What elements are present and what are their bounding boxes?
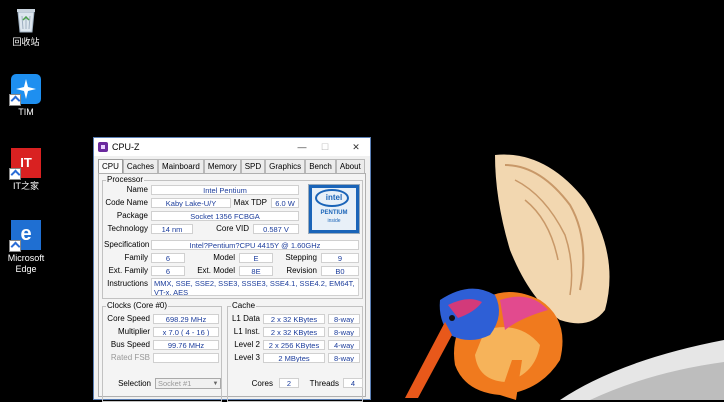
cache-l1d-way: 8-way [328, 314, 360, 324]
minimize-button[interactable]: — [292, 140, 312, 154]
family-value: 6 [151, 253, 185, 263]
ratedfsb-label: Rated FSB [110, 353, 150, 362]
cache-l3-size: 2 MBytes [263, 353, 325, 363]
selection-label: Selection [118, 379, 151, 388]
ratedfsb-value [153, 353, 219, 363]
cores-value: 2 [279, 378, 299, 388]
selection-value: Socket #1 [158, 379, 192, 388]
corevid-label: Core VID [216, 224, 249, 233]
extmodel-label: Ext. Model [197, 266, 235, 275]
intel-brand-text: intel [325, 193, 343, 202]
package-label: Package [116, 211, 148, 220]
busspeed-label: Bus Speed [110, 340, 150, 349]
specification-value: Intel?Pentium?CPU 4415Y @ 1.60GHz [151, 240, 359, 250]
chevron-down-icon: ▼ [212, 381, 219, 387]
multiplier-label: Multiplier [117, 327, 150, 336]
model-label: Model [213, 253, 235, 262]
intel-pentium-logo: intel PENTIUM inside [308, 184, 360, 234]
busspeed-value: 99.76 MHz [153, 340, 219, 350]
cache-l1i-size: 2 x 32 KBytes [263, 327, 325, 337]
name-label: Name [126, 185, 148, 194]
name-value: Intel Pentium [151, 185, 299, 195]
maximize-button[interactable]: ☐ [315, 140, 335, 154]
cache-l3-label: Level 3 [234, 353, 260, 362]
cache-l2-size: 2 x 256 KBytes [263, 340, 325, 350]
tab-spd[interactable]: SPD [240, 159, 266, 173]
cache-l1i-label: L1 Inst. [233, 327, 260, 336]
technology-value: 14 nm [151, 224, 193, 234]
instructions-value: MMX, SSE, SSE2, SSE3, SSSE3, SSE4.1, SSE… [151, 278, 359, 296]
tab-memory[interactable]: Memory [203, 159, 241, 173]
tab-bar: CPU Caches Mainboard Memory SPD Graphics… [98, 159, 365, 174]
inside-text: inside [327, 218, 341, 224]
maxtdp-value: 6.0 W [271, 198, 299, 208]
stepping-value: 9 [321, 253, 359, 263]
model-value: E [239, 253, 273, 263]
selection-dropdown[interactable]: Socket #1 ▼ [155, 378, 221, 389]
window-title: CPU-Z [112, 142, 140, 152]
cache-l3-way: 8-way [328, 353, 360, 363]
cache-l2-way: 4-way [328, 340, 360, 350]
extmodel-value: 8E [239, 266, 273, 276]
tab-bench[interactable]: Bench [305, 159, 336, 173]
clocks-legend: Clocks (Core #0) [107, 301, 168, 310]
revision-value: B0 [321, 266, 359, 276]
multiplier-value: x 7.0 ( 4 - 16 ) [153, 327, 219, 337]
cache-l1d-label: L1 Data [231, 314, 260, 323]
close-button[interactable]: ✕ [346, 140, 366, 154]
tab-graphics[interactable]: Graphics [265, 159, 306, 173]
extfamily-label: Ext. Family [108, 266, 148, 275]
pentium-text: PENTIUM [320, 210, 348, 216]
specification-label: Specification [104, 240, 150, 249]
cpuz-window[interactable]: CPU-Z — ☐ ✕ CPU Caches Mainboard Memory … [93, 137, 371, 402]
codename-value: Kaby Lake-U/Y [151, 198, 231, 208]
technology-label: Technology [107, 224, 148, 233]
corespeed-value: 698.29 MHz [153, 314, 219, 324]
package-value: Socket 1356 FCBGA [151, 211, 299, 221]
tab-about[interactable]: About [335, 159, 365, 173]
tab-caches[interactable]: Caches [122, 159, 159, 173]
cache-l1i-way: 8-way [328, 327, 360, 337]
title-bar[interactable]: CPU-Z — ☐ ✕ [94, 138, 370, 156]
cache-l2-label: Level 2 [234, 340, 260, 349]
codename-label: Code Name [105, 198, 148, 207]
threads-label: Threads [309, 379, 339, 388]
cache-legend: Cache [232, 301, 256, 310]
cores-label: Cores [251, 379, 273, 388]
maxtdp-label: Max TDP [233, 198, 267, 207]
revision-label: Revision [286, 266, 317, 275]
cpuz-app-icon [98, 142, 108, 152]
family-label: Family [124, 253, 148, 262]
instructions-label: Instructions [107, 279, 148, 288]
corevid-value: 0.587 V [253, 224, 299, 234]
cache-l1d-size: 2 x 32 KBytes [263, 314, 325, 324]
tab-cpu[interactable]: CPU [98, 159, 123, 174]
stepping-label: Stepping [285, 253, 317, 262]
processor-legend: Processor [107, 175, 144, 184]
corespeed-label: Core Speed [107, 314, 150, 323]
tab-mainboard[interactable]: Mainboard [158, 159, 204, 173]
threads-value: 4 [343, 378, 363, 388]
cpu-tab-panel: Processor Name Intel Pentium Code Name K… [98, 173, 366, 402]
extfamily-value: 6 [151, 266, 185, 276]
